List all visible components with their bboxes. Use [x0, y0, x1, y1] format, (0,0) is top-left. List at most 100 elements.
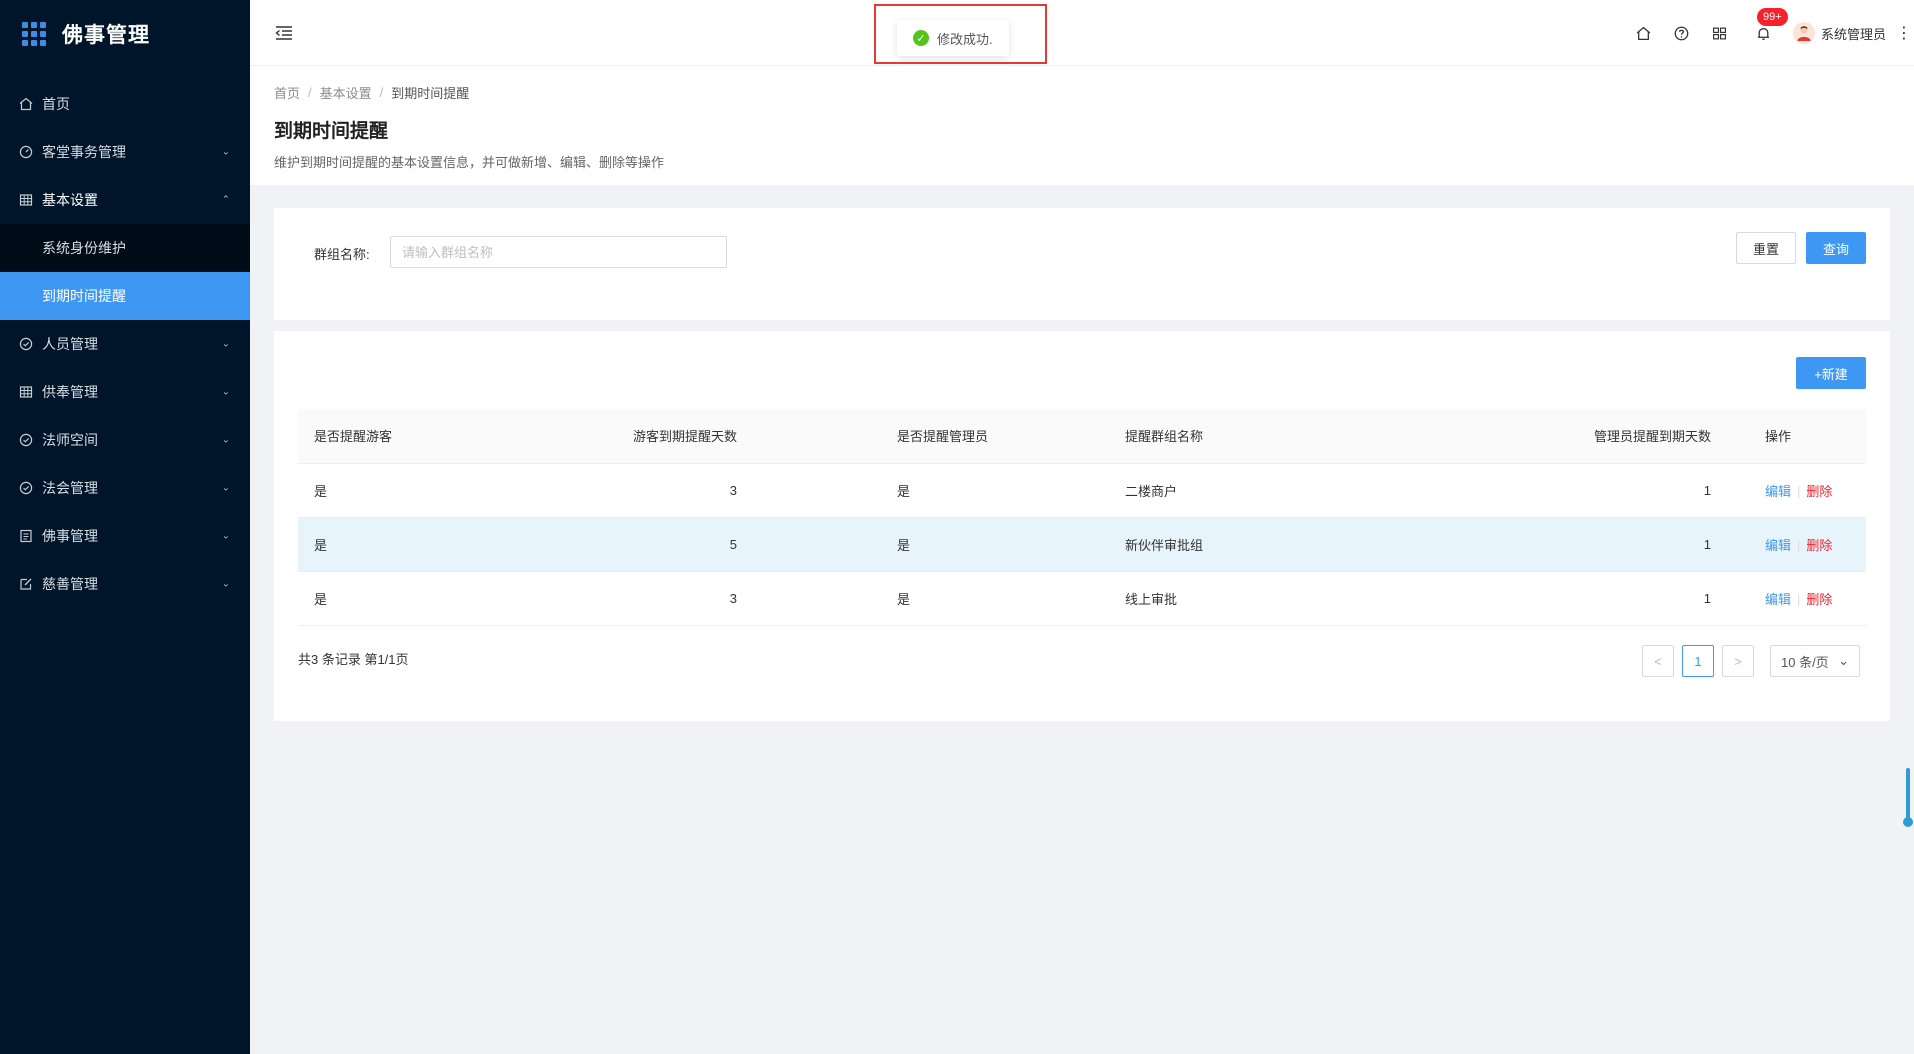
search-button[interactable]: 查询 — [1806, 232, 1866, 264]
column-header: 是否提醒管理员 — [763, 409, 1125, 464]
sidebar-item-home[interactable]: 首页 — [0, 80, 250, 128]
menu-collapse-icon[interactable] — [274, 23, 294, 43]
toast-highlight-frame — [874, 4, 1047, 64]
column-header: 操作 — [1731, 409, 1866, 464]
check-circle-icon — [18, 432, 34, 448]
page-number-button[interactable]: 1 — [1682, 645, 1714, 677]
sidebar-item-dharma-assembly[interactable]: 法会管理 ⌄ — [0, 464, 250, 512]
page-size-select[interactable]: 10 条/页 ⌄ — [1770, 645, 1860, 677]
table-cell: 是 — [298, 463, 558, 518]
breadcrumb: 首页 / 基本设置 / 到期时间提醒 — [274, 83, 1890, 102]
edit-link[interactable]: 编辑 — [1765, 592, 1791, 607]
sidebar-item-label: 法会管理 — [42, 480, 98, 496]
table-cell: 3 — [558, 463, 763, 518]
record-count: 共3 条记录 第1/1页 — [298, 652, 409, 667]
table-row: 是 5 是 新伙伴审批组 1 编辑 | 删除 — [298, 517, 1866, 572]
column-header: 是否提醒游客 — [298, 409, 558, 464]
table-icon — [18, 384, 34, 400]
check-circle-icon — [18, 336, 34, 352]
list-icon — [18, 528, 34, 544]
edit-link[interactable]: 编辑 — [1765, 484, 1791, 499]
breadcrumb-separator: / — [379, 85, 384, 100]
home-icon[interactable] — [1633, 22, 1655, 44]
sidebar-item-offering[interactable]: 供奉管理 ⌄ — [0, 368, 250, 416]
chevron-down-icon: ⌄ — [221, 386, 230, 398]
basic-settings-submenu: 系统身份维护 到期时间提醒 — [0, 224, 250, 320]
edit-link[interactable]: 编辑 — [1765, 538, 1791, 553]
chevron-down-icon: ⌄ — [221, 434, 230, 446]
table-cell: 1 — [1465, 571, 1731, 626]
delete-link[interactable]: 删除 — [1806, 538, 1832, 553]
check-circle-icon — [18, 480, 34, 496]
table-cell: 1 — [1465, 517, 1731, 572]
delete-link[interactable]: 删除 — [1806, 592, 1832, 607]
table-cell: 线上审批 — [1125, 571, 1465, 626]
table-row: 是 3 是 线上审批 1 编辑 | 删除 — [298, 571, 1866, 626]
chevron-up-icon: ⌃ — [221, 194, 230, 206]
table-cell: 1 — [1465, 463, 1731, 518]
avatar — [1792, 22, 1815, 44]
breadcrumb-basic-settings[interactable]: 基本设置 — [320, 83, 372, 102]
page-size-value: 10 条/页 — [1781, 654, 1829, 670]
sidebar-item-label: 慈善管理 — [42, 576, 98, 592]
brand: 佛事管理 — [0, 0, 250, 68]
sidebar-item-charity[interactable]: 慈善管理 ⌄ — [0, 560, 250, 608]
table-icon — [18, 192, 34, 208]
sidebar-item-label: 人员管理 — [42, 336, 98, 352]
reminder-table: 是否提醒游客 游客到期提醒天数 是否提醒管理员 提醒群组名称 管理员提醒到期天数… — [298, 409, 1866, 626]
sidebar-item-label: 首页 — [42, 96, 70, 112]
app-title: 佛事管理 — [62, 24, 150, 47]
chevron-down-icon: ⌄ — [221, 482, 230, 494]
reset-button[interactable]: 重置 — [1736, 232, 1796, 264]
dashboard-icon — [18, 144, 34, 160]
sidebar-item-master-space[interactable]: 法师空间 ⌄ — [0, 416, 250, 464]
user-menu[interactable]: 系统管理员 — [1792, 22, 1886, 44]
user-name: 系统管理员 — [1820, 26, 1886, 42]
chevron-down-icon: ⌄ — [221, 338, 230, 350]
top-header: 99+ 系统管理员 ⋮ — [250, 0, 1914, 66]
sidebar-item-basic-settings[interactable]: 基本设置 ⌃ — [0, 176, 250, 224]
action-separator: | — [1797, 537, 1801, 553]
sidebar-item-personnel[interactable]: 人员管理 ⌄ — [0, 320, 250, 368]
more-vertical-icon[interactable]: ⋮ — [1894, 23, 1914, 43]
breadcrumb-current: 到期时间提醒 — [391, 86, 470, 101]
row-actions: 编辑 | 删除 — [1731, 571, 1866, 626]
apps-icon[interactable] — [1709, 22, 1731, 44]
sidebar-item-label: 佛事管理 — [42, 528, 98, 544]
chevron-down-icon: ⌄ — [221, 578, 230, 590]
column-header: 管理员提醒到期天数 — [1465, 409, 1731, 464]
sidebar-item-buddhist-affairs[interactable]: 佛事管理 ⌄ — [0, 512, 250, 560]
table-row: 是 3 是 二楼商户 1 编辑 | 删除 — [298, 463, 1866, 518]
delete-link[interactable]: 删除 — [1806, 484, 1832, 499]
group-name-input[interactable] — [390, 236, 727, 268]
sidebar-item-identity[interactable]: 系统身份维护 — [0, 224, 250, 272]
help-icon[interactable] — [1671, 22, 1693, 44]
breadcrumb-home[interactable]: 首页 — [274, 83, 300, 102]
sidebar-item-label: 供奉管理 — [42, 384, 98, 400]
prev-page-button[interactable]: < — [1642, 645, 1674, 677]
sidebar-item-reception[interactable]: 客堂事务管理 ⌄ — [0, 128, 250, 176]
sidebar-item-expiry-reminder[interactable]: 到期时间提醒 — [0, 272, 250, 320]
group-name-label: 群组名称: — [314, 247, 370, 262]
table-cell: 是 — [298, 517, 558, 572]
chevron-down-icon: ⌄ — [221, 146, 230, 158]
page-title: 到期时间提醒 — [274, 121, 389, 142]
filter-panel: 群组名称: 重置 查询 — [274, 208, 1890, 320]
notification-badge: 99+ — [1756, 8, 1788, 26]
chevron-down-icon: ⌄ — [1838, 653, 1849, 668]
table-cell: 5 — [558, 517, 763, 572]
sidebar-item-label: 客堂事务管理 — [42, 144, 126, 160]
scrollbar-thumb[interactable] — [1903, 768, 1913, 827]
table-cell: 是 — [763, 463, 1125, 518]
edit-icon — [18, 576, 34, 592]
table-cell: 新伙伴审批组 — [1125, 517, 1465, 572]
next-page-button[interactable]: > — [1722, 645, 1754, 677]
table-header-row: 是否提醒游客 游客到期提醒天数 是否提醒管理员 提醒群组名称 管理员提醒到期天数… — [298, 409, 1866, 464]
table-cell: 3 — [558, 571, 763, 626]
table-panel: +新建 是否提醒游客 游客到期提醒天数 是否提醒管理员 提醒群组名称 管理员提醒… — [274, 331, 1890, 721]
add-new-button[interactable]: +新建 — [1796, 357, 1866, 389]
table-cell: 二楼商户 — [1125, 463, 1465, 518]
home-icon — [18, 96, 34, 112]
bell-icon[interactable]: 99+ — [1753, 8, 1788, 44]
column-header: 游客到期提醒天数 — [558, 409, 763, 464]
